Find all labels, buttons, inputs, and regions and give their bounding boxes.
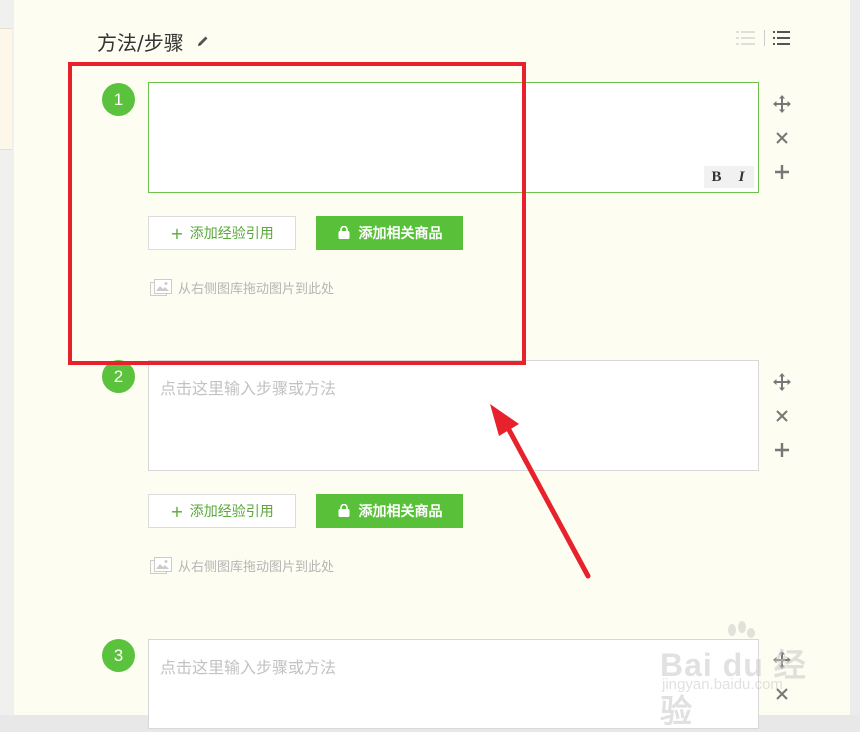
baidu-jingyan-watermark: Bai du 经验 jingyan.baidu.com [620, 618, 820, 729]
watermark-url: jingyan.baidu.com [662, 676, 783, 693]
annotation-arrow [490, 404, 591, 579]
